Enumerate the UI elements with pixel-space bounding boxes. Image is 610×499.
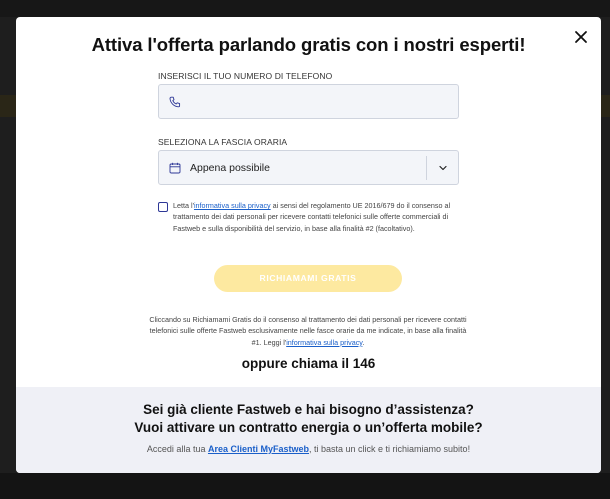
privacy-consent-text: Letta l'informativa sulla privacy ai sen…: [173, 200, 459, 234]
myfastweb-link[interactable]: Area Clienti MyFastweb: [208, 444, 309, 454]
time-slot-label: SELEZIONA LA FASCIA ORARIA: [158, 137, 288, 147]
footer-line-1: Sei già cliente Fastweb e hai bisogno d’…: [143, 402, 474, 417]
callback-notice: Cliccando su Richiamami Gratis do il con…: [148, 314, 468, 348]
call-number-text: oppure chiama il 146: [241, 356, 376, 371]
privacy-consent-checkbox[interactable]: [158, 202, 168, 212]
time-slot-select[interactable]: Appena possibile: [158, 150, 459, 185]
phone-icon: [169, 96, 181, 108]
callback-modal: Attiva l'offerta parlando gratis con i n…: [16, 17, 601, 473]
backdrop-band-top: [0, 0, 610, 17]
chevron-down-icon[interactable]: [438, 163, 448, 173]
footer-sub-before: Accedi alla tua: [146, 444, 208, 454]
phone-field-label: INSERISCI IL TUO NUMERO DI TELEFONO: [158, 71, 333, 81]
footer-sub-after: , ti basta un click e ti richiamiamo sub…: [309, 444, 471, 454]
modal-title: Attiva l'offerta parlando gratis con i n…: [91, 34, 526, 55]
notice-privacy-link[interactable]: informativa sulla privacy: [286, 338, 362, 347]
consent-text-before: Letta l': [173, 201, 194, 210]
footer-line-2: Vuoi attivare un contratto energia o un’…: [134, 420, 483, 435]
time-slot-value: Appena possibile: [190, 162, 270, 174]
callback-button[interactable]: RICHIAMAMI GRATIS: [214, 265, 402, 292]
backdrop-band-bottom: [0, 473, 610, 499]
notice-end: .: [362, 337, 365, 347]
select-divider: [426, 156, 427, 180]
assistance-footer: Sei già cliente Fastweb e hai bisogno d’…: [16, 387, 601, 473]
phone-input[interactable]: [158, 84, 459, 119]
footer-subtext: Accedi alla tua Area Clienti MyFastweb, …: [16, 444, 601, 454]
calendar-icon: [169, 162, 181, 174]
privacy-policy-link[interactable]: informativa sulla privacy: [194, 201, 271, 210]
